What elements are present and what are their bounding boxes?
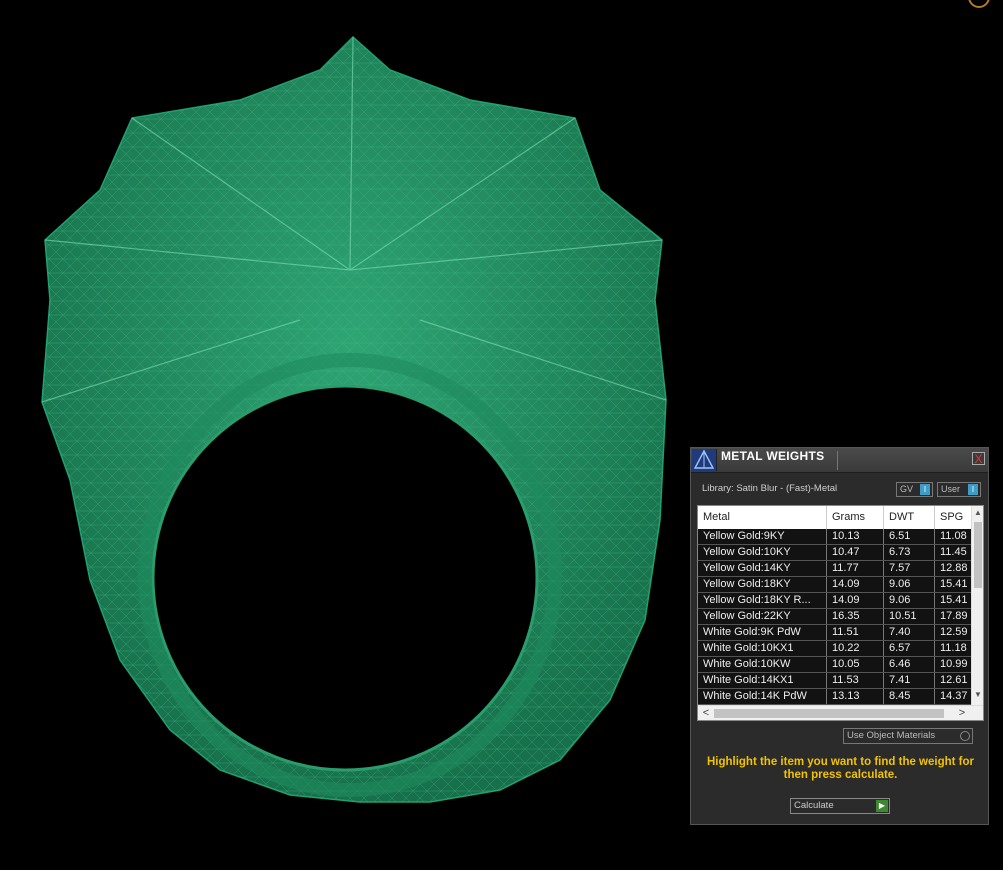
play-icon[interactable]: ▶ xyxy=(876,800,888,812)
cell-spg: 15.41 xyxy=(935,593,971,608)
table-row[interactable]: Yellow Gold:10KY 10.47 6.73 11.45 xyxy=(698,545,971,561)
cell-dwt: 6.51 xyxy=(884,529,935,544)
user-toggle-label: User xyxy=(941,484,961,494)
column-header-grams[interactable]: Grams xyxy=(827,506,884,529)
metal-weights-panel: METAL WEIGHTS X Library: Satin Blur - (F… xyxy=(690,447,989,825)
table-row[interactable]: White Gold:14K PdW 13.13 8.45 14.37 xyxy=(698,689,971,705)
title-divider xyxy=(837,451,838,470)
scroll-right-icon[interactable]: > xyxy=(956,706,968,720)
scroll-up-icon[interactable]: ▲ xyxy=(972,506,983,520)
cell-grams: 14.09 xyxy=(827,577,884,592)
calculate-button[interactable]: Calculate ▶ xyxy=(790,798,890,814)
table-row[interactable]: Yellow Gold:18KY R... 14.09 9.06 15.41 xyxy=(698,593,971,609)
cell-grams: 14.09 xyxy=(827,593,884,608)
cell-spg: 14.37 xyxy=(935,689,971,704)
table-row[interactable]: White Gold:10KX1 10.22 6.57 11.18 xyxy=(698,641,971,657)
panel-titlebar[interactable]: METAL WEIGHTS X xyxy=(691,448,988,473)
cell-grams: 10.13 xyxy=(827,529,884,544)
cell-spg: 12.88 xyxy=(935,561,971,576)
vertical-scrollbar[interactable]: ▲ ▼ xyxy=(971,506,983,705)
cell-grams: 11.53 xyxy=(827,673,884,688)
cell-metal: Yellow Gold:14KY xyxy=(698,561,827,576)
cell-spg: 10.99 xyxy=(935,657,971,672)
table-row[interactable]: White Gold:10KW 10.05 6.46 10.99 xyxy=(698,657,971,673)
table-row[interactable]: Yellow Gold:18KY 14.09 9.06 15.41 xyxy=(698,577,971,593)
column-header-spg[interactable]: SPG xyxy=(935,506,975,529)
cell-dwt: 10.51 xyxy=(884,609,935,624)
scroll-left-icon[interactable]: < xyxy=(700,706,712,720)
cell-metal: White Gold:14K PdW xyxy=(698,689,827,704)
cell-grams: 10.47 xyxy=(827,545,884,560)
cell-grams: 13.13 xyxy=(827,689,884,704)
user-toggle-indicator: I xyxy=(968,484,978,495)
scroll-down-icon[interactable]: ▼ xyxy=(972,688,983,702)
calculate-label: Calculate xyxy=(794,800,834,811)
cell-metal: White Gold:9K PdW xyxy=(698,625,827,640)
cell-spg: 12.61 xyxy=(935,673,971,688)
table-header: Metal Grams DWT SPG xyxy=(698,506,975,530)
cell-spg: 11.08 xyxy=(935,529,971,544)
matrix-logo-icon xyxy=(692,449,717,471)
cell-metal: Yellow Gold:9KY xyxy=(698,529,827,544)
cell-grams: 11.77 xyxy=(827,561,884,576)
use-object-materials-toggle[interactable]: Use Object Materials xyxy=(843,728,973,744)
metal-weights-table: Metal Grams DWT SPG Yellow Gold:9KY 10.13… xyxy=(697,505,984,721)
table-row[interactable]: Yellow Gold:9KY 10.13 6.51 11.08 xyxy=(698,529,971,545)
column-header-dwt[interactable]: DWT xyxy=(884,506,935,529)
cell-dwt: 9.06 xyxy=(884,593,935,608)
panel-title: METAL WEIGHTS xyxy=(721,449,825,463)
vertical-scroll-thumb[interactable] xyxy=(974,522,982,588)
cell-metal: White Gold:10KW xyxy=(698,657,827,672)
cell-metal: Yellow Gold:10KY xyxy=(698,545,827,560)
cell-dwt: 6.57 xyxy=(884,641,935,656)
cell-metal: Yellow Gold:18KY xyxy=(698,577,827,592)
user-toggle[interactable]: User I xyxy=(937,482,981,497)
cell-dwt: 7.40 xyxy=(884,625,935,640)
cell-dwt: 7.41 xyxy=(884,673,935,688)
cell-spg: 17.89 xyxy=(935,609,971,624)
gv-toggle-indicator: I xyxy=(920,484,930,495)
use-object-materials-label: Use Object Materials xyxy=(847,730,936,741)
cell-grams: 16.35 xyxy=(827,609,884,624)
table-row[interactable]: White Gold:9K PdW 11.51 7.40 12.59 xyxy=(698,625,971,641)
library-label: Library: Satin Blur - (Fast)-Metal xyxy=(702,483,838,494)
table-row[interactable]: Yellow Gold:22KY 16.35 10.51 17.89 xyxy=(698,609,971,625)
cell-spg: 15.41 xyxy=(935,577,971,592)
horizontal-scroll-thumb[interactable] xyxy=(714,709,944,718)
cell-metal: White Gold:10KX1 xyxy=(698,641,827,656)
horizontal-scrollbar[interactable]: < > xyxy=(698,705,983,720)
cell-grams: 10.05 xyxy=(827,657,884,672)
column-header-metal[interactable]: Metal xyxy=(698,506,827,529)
radio-icon[interactable] xyxy=(960,731,970,741)
table-row[interactable]: Yellow Gold:14KY 11.77 7.57 12.88 xyxy=(698,561,971,577)
cell-spg: 12.59 xyxy=(935,625,971,640)
instruction-text: Highlight the item you want to find the … xyxy=(706,756,975,781)
cell-spg: 11.18 xyxy=(935,641,971,656)
cell-metal: Yellow Gold:18KY R... xyxy=(698,593,827,608)
gv-toggle-label: GV xyxy=(900,484,914,494)
cell-dwt: 6.46 xyxy=(884,657,935,672)
cell-grams: 10.22 xyxy=(827,641,884,656)
close-button[interactable]: X xyxy=(972,452,985,465)
table-body: Yellow Gold:9KY 10.13 6.51 11.08 Yellow Gold… xyxy=(698,529,971,705)
cell-dwt: 7.57 xyxy=(884,561,935,576)
table-row[interactable]: White Gold:14KX1 11.53 7.41 12.61 xyxy=(698,673,971,689)
cell-dwt: 9.06 xyxy=(884,577,935,592)
cell-dwt: 6.73 xyxy=(884,545,935,560)
cell-metal: White Gold:14KX1 xyxy=(698,673,827,688)
cell-dwt: 8.45 xyxy=(884,689,935,704)
gv-toggle[interactable]: GV I xyxy=(896,482,933,497)
cell-metal: Yellow Gold:22KY xyxy=(698,609,827,624)
cell-grams: 11.51 xyxy=(827,625,884,640)
cell-spg: 11.45 xyxy=(935,545,971,560)
